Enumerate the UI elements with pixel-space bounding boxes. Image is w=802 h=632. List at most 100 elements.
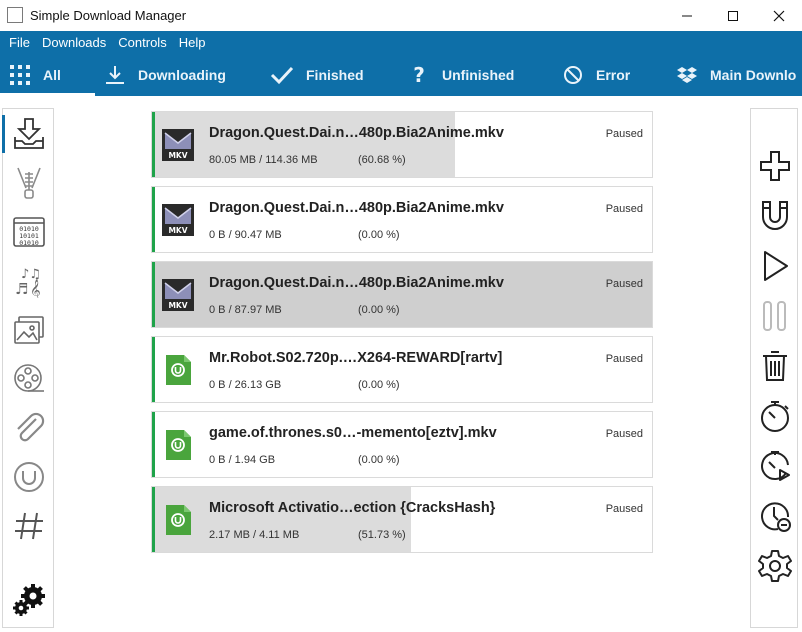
- image-icon: [14, 316, 44, 344]
- tab-unfinished[interactable]: ? Unfinished: [408, 53, 514, 96]
- tab-all[interactable]: All: [0, 53, 95, 96]
- svg-text:01010: 01010: [19, 239, 39, 247]
- sidebar-item-settings[interactable]: [10, 581, 48, 619]
- status-accent: [152, 262, 155, 327]
- maximize-icon: [728, 10, 738, 21]
- sidebar-item-torrents[interactable]: [10, 458, 48, 496]
- download-item[interactable]: MKV Dragon.Quest.Dai.n…480p.Bia2Anime.mk…: [151, 111, 653, 178]
- scheduled-stop-button[interactable]: [756, 497, 794, 535]
- right-toolbar: [750, 108, 798, 628]
- resume-button[interactable]: [756, 247, 794, 285]
- download-percent: (0.00 %): [358, 454, 400, 466]
- title-bar: Simple Download Manager: [0, 0, 802, 31]
- sidebar-item-images[interactable]: [10, 311, 48, 349]
- svg-text:?: ?: [413, 64, 425, 86]
- tab-error[interactable]: Error: [562, 53, 630, 96]
- error-icon: [564, 65, 582, 84]
- trash-icon: [763, 351, 787, 381]
- maximize-button[interactable]: [710, 0, 756, 31]
- mkv-file-icon: MKV: [162, 129, 194, 161]
- download-name: Dragon.Quest.Dai.n…480p.Bia2Anime.mkv: [209, 200, 504, 216]
- add-icon: [760, 151, 790, 181]
- sidebar-item-documents[interactable]: [10, 409, 48, 447]
- scheduled-start-button[interactable]: [756, 447, 794, 485]
- sidebar-item-other[interactable]: [10, 507, 48, 545]
- download-item[interactable]: Microsoft Activatio…ection {CracksHash} …: [151, 486, 653, 553]
- mkv-file-icon: MKV: [162, 204, 194, 236]
- schedule-button[interactable]: [756, 397, 794, 435]
- delete-button[interactable]: [756, 347, 794, 385]
- sidebar-item-downloads[interactable]: [2, 115, 48, 153]
- tab-finished-label: Finished: [306, 66, 364, 83]
- minimize-button[interactable]: [664, 0, 710, 31]
- pause-icon: [763, 301, 786, 331]
- utorrent-icon: [14, 462, 44, 492]
- tab-finished[interactable]: Finished: [270, 53, 364, 96]
- sidebar-item-music[interactable]: ♪♫ ♬ 𝄞: [10, 262, 48, 300]
- menu-controls[interactable]: Controls: [118, 35, 166, 50]
- sidebar-item-videos[interactable]: [10, 360, 48, 398]
- download-size: 0 B / 1.94 GB: [209, 454, 276, 466]
- svg-text:MKV: MKV: [168, 151, 187, 160]
- zip-icon: [17, 167, 41, 199]
- menu-help[interactable]: Help: [179, 35, 206, 50]
- left-sidebar: 01010 10101 01010 ♪♫ ♬ 𝄞: [2, 108, 54, 628]
- tab-main-downloads[interactable]: Main Downlo: [676, 53, 796, 96]
- download-item[interactable]: MKV Dragon.Quest.Dai.n…480p.Bia2Anime.mk…: [151, 261, 653, 328]
- film-reel-icon: [14, 364, 44, 392]
- stopwatch-icon: [761, 401, 789, 432]
- question-icon: ?: [413, 64, 425, 86]
- torrent-file-icon: [166, 430, 191, 460]
- download-tray-icon: [14, 118, 44, 149]
- download-item[interactable]: game.of.thrones.s0…-memento[eztv].mkv 0 …: [151, 411, 653, 478]
- menu-bar: File Downloads Controls Help: [0, 31, 802, 53]
- sidebar-item-compressed[interactable]: [10, 164, 48, 202]
- tab-main-downloads-label: Main Downlo: [710, 66, 797, 83]
- settings-button[interactable]: [756, 547, 794, 585]
- download-status: Paused: [605, 503, 643, 515]
- window-title: Simple Download Manager: [30, 8, 187, 23]
- check-icon: [270, 66, 294, 84]
- menu-downloads[interactable]: Downloads: [42, 35, 106, 50]
- sidebar-item-programs[interactable]: 01010 10101 01010: [10, 213, 48, 251]
- svg-text:MKV: MKV: [168, 226, 187, 235]
- stopwatch-play-icon: [761, 451, 790, 481]
- download-percent: (51.73 %): [358, 529, 406, 541]
- minimize-icon: [682, 15, 692, 16]
- pause-button[interactable]: [756, 297, 794, 335]
- download-percent: (0.00 %): [358, 229, 400, 241]
- download-name: Dragon.Quest.Dai.n…480p.Bia2Anime.mkv: [209, 125, 504, 141]
- category-tabs: All Downloading Finished ? Unfinished Er…: [0, 53, 802, 96]
- svg-text:♬: ♬: [15, 280, 28, 298]
- tab-error-label: Error: [596, 66, 631, 83]
- progress-fill: [152, 112, 456, 177]
- gears-icon: [13, 584, 45, 616]
- download-status: Paused: [605, 428, 643, 440]
- download-name: Mr.Robot.S02.720p.…X264-REWARD[rartv]: [209, 350, 503, 366]
- download-item[interactable]: Mr.Robot.S02.720p.…X264-REWARD[rartv] 0 …: [151, 336, 653, 403]
- torrent-file-icon: [166, 505, 191, 535]
- download-size: 2.17 MB / 4.11 MB: [209, 529, 300, 541]
- add-magnet-button[interactable]: [756, 197, 794, 235]
- grid-icon: [10, 64, 30, 85]
- clock-minus-icon: [761, 502, 791, 532]
- mkv-file-icon: MKV: [162, 279, 194, 311]
- download-status: Paused: [605, 278, 643, 290]
- status-accent: [152, 187, 155, 252]
- tab-downloading[interactable]: Downloading: [104, 53, 226, 96]
- svg-text:𝄞: 𝄞: [30, 280, 41, 298]
- download-size: 80.05 MB / 114.36 MB: [209, 154, 318, 166]
- status-accent: [152, 412, 155, 477]
- settings-icon: [758, 550, 792, 582]
- status-accent: [152, 337, 155, 402]
- app-icon: [7, 7, 23, 23]
- download-item[interactable]: MKV Dragon.Quest.Dai.n…480p.Bia2Anime.mk…: [151, 186, 653, 253]
- close-button[interactable]: [756, 0, 802, 31]
- download-status: Paused: [605, 353, 643, 365]
- download-size: 0 B / 87.97 MB: [209, 304, 282, 316]
- download-size: 0 B / 90.47 MB: [209, 229, 282, 241]
- menu-file[interactable]: File: [9, 35, 30, 50]
- svg-text:MKV: MKV: [168, 301, 187, 310]
- download-status: Paused: [605, 203, 643, 215]
- add-download-button[interactable]: [756, 147, 794, 185]
